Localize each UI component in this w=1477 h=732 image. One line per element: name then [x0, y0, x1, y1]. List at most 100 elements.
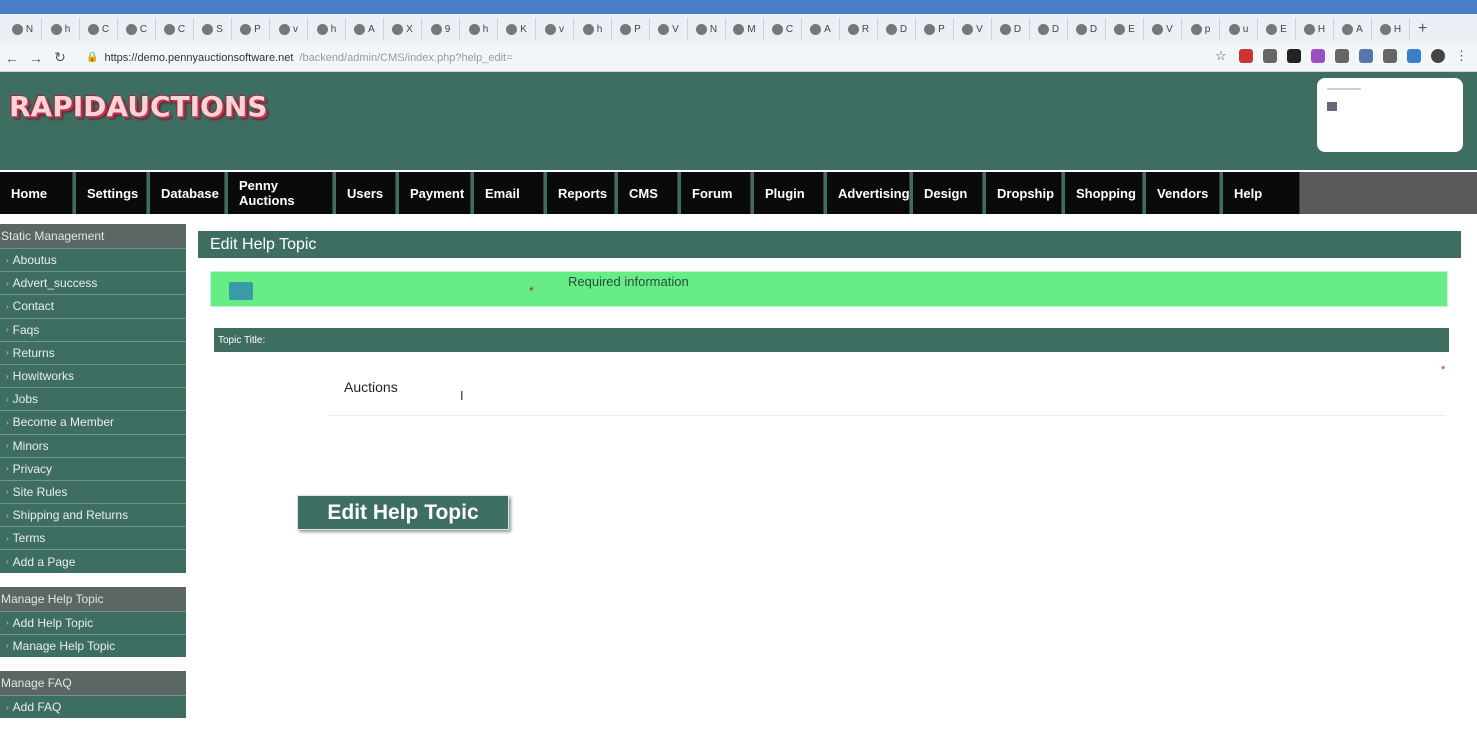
browser-tab[interactable]: h [460, 18, 498, 40]
browser-tab[interactable]: v [536, 18, 574, 40]
browser-tab[interactable]: X [384, 18, 422, 40]
tab-label: u [1242, 23, 1249, 35]
browser-tab[interactable]: h [308, 18, 346, 40]
nav-item-penny-auctions[interactable]: Penny Auctions [228, 172, 333, 214]
sidebar-item-howitworks[interactable]: Howitworks [0, 363, 186, 387]
sidebar-item-add-faq[interactable]: Add FAQ [0, 695, 186, 718]
nav-item-home[interactable]: Home [0, 172, 73, 214]
app-icon [1303, 23, 1315, 35]
nav-item-settings[interactable]: Settings [76, 172, 147, 214]
sidebar-item-returns[interactable]: Returns [0, 340, 186, 364]
browser-tab[interactable]: D [992, 18, 1030, 40]
browser-tab[interactable]: H [1372, 18, 1410, 40]
browser-tab[interactable]: E [1258, 18, 1296, 40]
nav-item-cms[interactable]: CMS [618, 172, 678, 214]
extension-icon[interactable] [1383, 49, 1397, 63]
browser-tab[interactable]: h [42, 18, 80, 40]
browser-tab[interactable]: E [1106, 18, 1144, 40]
browser-tab[interactable]: A [346, 18, 384, 40]
extension-icon[interactable] [1359, 49, 1373, 63]
nav-item-forum[interactable]: Forum [681, 172, 751, 214]
browser-tab[interactable]: v [270, 18, 308, 40]
main-nav: Home Settings Database Penny Auctions Users P… [0, 170, 1477, 214]
browser-tab[interactable]: D [1030, 18, 1068, 40]
browser-tab[interactable]: 9 [422, 18, 460, 40]
browser-tab[interactable]: M [726, 18, 764, 40]
back-icon[interactable]: ← [0, 50, 24, 66]
nav-item-payment[interactable]: Payment [399, 172, 471, 214]
sidebar-item-become-a-member[interactable]: Become a Member [0, 410, 186, 433]
browser-tab[interactable]: A [802, 18, 840, 40]
edit-help-topic-button[interactable]: Edit Help Topic [297, 495, 509, 530]
kebab-menu-icon[interactable]: ⋮ [1455, 49, 1469, 63]
reload-icon[interactable]: ↻ [48, 49, 72, 66]
browser-tab[interactable]: D [878, 18, 916, 40]
app-icon [771, 23, 783, 35]
bookmark-star-icon[interactable]: ☆ [1215, 49, 1229, 63]
sidebar-item-terms[interactable]: Terms [0, 526, 186, 549]
browser-tab[interactable]: C [156, 18, 194, 40]
google-icon [87, 23, 99, 35]
browser-tab[interactable]: P [232, 18, 270, 40]
browser-tab[interactable]: A [1334, 18, 1372, 40]
nav-item-users[interactable]: Users [336, 172, 396, 214]
browser-tab[interactable]: P [916, 18, 954, 40]
nav-item-design[interactable]: Design [913, 172, 983, 214]
browser-tab[interactable]: S [194, 18, 232, 40]
sidebar-item-add-a-page[interactable]: Add a Page [0, 549, 186, 572]
browser-tab[interactable]: N [688, 18, 726, 40]
sidebar-item-privacy[interactable]: Privacy [0, 456, 186, 480]
url-field[interactable]: 🔒 https://demo.pennyauctionsoftware.net /… [86, 52, 513, 64]
extension-icon[interactable] [1335, 49, 1349, 63]
browser-tab[interactable]: C [80, 18, 118, 40]
nav-item-database[interactable]: Database [150, 172, 225, 214]
browser-tab[interactable]: C [118, 18, 156, 40]
extension-icon[interactable] [1407, 49, 1421, 63]
browser-tab[interactable]: H [1296, 18, 1334, 40]
tab-label: M [747, 23, 756, 35]
new-tab-icon[interactable]: + [1418, 20, 1427, 38]
sidebar-item-advert-success[interactable]: Advert_success [0, 271, 186, 294]
required-star: * [1441, 364, 1446, 376]
sidebar-item-shipping-and-returns[interactable]: Shipping and Returns [0, 503, 186, 526]
sidebar-item-jobs[interactable]: Jobs [0, 387, 186, 410]
extension-icon[interactable] [1311, 49, 1325, 63]
app-icon [240, 23, 252, 35]
nav-item-plugin[interactable]: Plugin [754, 172, 824, 214]
nav-item-reports[interactable]: Reports [547, 172, 615, 214]
tab-label: C [139, 23, 148, 35]
browser-tab[interactable]: K [498, 18, 536, 40]
tab-label: v [559, 23, 564, 35]
forward-icon[interactable]: → [24, 50, 48, 66]
browser-tab[interactable]: V [1144, 18, 1182, 40]
browser-tab[interactable]: D [1068, 18, 1106, 40]
browser-tab[interactable]: V [650, 18, 688, 40]
sidebar-item-add-help-topic[interactable]: Add Help Topic [0, 610, 186, 634]
camera-icon[interactable] [1287, 49, 1301, 63]
browser-tab[interactable]: N [4, 18, 42, 40]
sidebar-item-site-rules[interactable]: Site Rules [0, 479, 186, 503]
sidebar-item-aboutus[interactable]: Aboutus [0, 248, 186, 271]
sidebar-item-minors[interactable]: Minors [0, 433, 186, 457]
nav-item-help[interactable]: Help [1223, 172, 1300, 214]
nav-item-shopping[interactable]: Shopping [1065, 172, 1143, 214]
browser-tab[interactable]: R [840, 18, 878, 40]
browser-tab[interactable]: C [764, 18, 802, 40]
browser-tab[interactable]: h [574, 18, 612, 40]
extension-icon[interactable] [1263, 49, 1277, 63]
nav-item-email[interactable]: Email [474, 172, 544, 214]
browser-tab[interactable]: V [954, 18, 992, 40]
browser-tab[interactable]: P [612, 18, 650, 40]
profile-avatar-icon[interactable] [1431, 49, 1445, 63]
topic-title-input[interactable] [328, 364, 1446, 416]
extension-icon[interactable] [1239, 49, 1253, 63]
nav-item-dropship[interactable]: Dropship [986, 172, 1062, 214]
nav-item-vendors[interactable]: Vendors [1146, 172, 1220, 214]
site-logo[interactable]: RAPIDAUCTIONS [9, 90, 267, 123]
browser-tab[interactable]: u [1220, 18, 1258, 40]
sidebar-item-faqs[interactable]: Faqs [0, 317, 186, 341]
nav-item-advertising[interactable]: Advertising [827, 172, 910, 214]
sidebar-item-contact[interactable]: Contact [0, 294, 186, 317]
sidebar-item-manage-help-topic[interactable]: Manage Help Topic [0, 633, 186, 657]
browser-tab[interactable]: p [1182, 18, 1220, 40]
